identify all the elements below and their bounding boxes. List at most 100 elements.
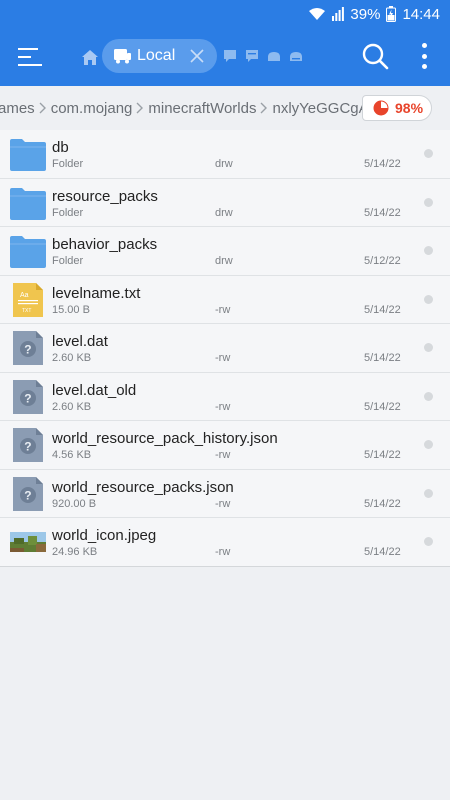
breadcrumb: ames com.mojang minecraftWorlds nxlyYeGG…	[0, 86, 450, 130]
file-row[interactable]: Aa TXT levelname.txt 15.00 B -rw 5/14/22	[0, 275, 450, 324]
tab-chat-icon[interactable]	[223, 49, 237, 63]
folder-icon	[10, 186, 46, 220]
svg-text:?: ?	[24, 440, 31, 454]
unknown-file-icon: ?	[10, 331, 46, 365]
file-permissions: -rw	[215, 352, 231, 364]
home-icon	[82, 49, 98, 65]
more-dot-icon	[421, 64, 427, 69]
pie-chart-icon	[373, 100, 389, 116]
unknown-file-icon: ?	[10, 428, 46, 462]
svg-text:?: ?	[24, 488, 31, 502]
more-options-button[interactable]	[414, 40, 434, 72]
battery-percent: 39%	[350, 5, 381, 23]
file-meta: Folder	[52, 206, 84, 219]
status-icons: 39% 14:44	[308, 5, 440, 23]
file-permissions: drw	[215, 158, 233, 170]
file-row[interactable]: ? world_resource_pack_history.json 4.56 KB…	[0, 421, 450, 470]
signal-icon	[332, 7, 345, 21]
storage-usage-badge[interactable]: 98%	[362, 95, 432, 121]
file-row[interactable]: ? level.dat_old 2.60 KB -rw 5/14/22	[0, 372, 450, 421]
file-name: level.dat_old	[52, 381, 137, 399]
chevron-right-icon	[136, 102, 144, 114]
chevron-right-icon	[260, 102, 268, 114]
svg-text:Aa: Aa	[20, 292, 29, 299]
file-date: 5/14/22	[364, 449, 401, 461]
search-icon[interactable]	[360, 41, 390, 71]
file-permissions: -rw	[215, 303, 231, 316]
select-checkbox[interactable]	[424, 149, 433, 158]
image-thumbnail-icon	[10, 525, 46, 559]
hamburger-menu-icon	[18, 48, 42, 66]
clock: 14:44	[402, 5, 440, 23]
file-meta: 920.00 B	[52, 497, 97, 510]
wifi-icon	[309, 8, 326, 20]
file-row[interactable]: ? world_resource_packs.json 920.00 B -rw 5/1…	[0, 469, 450, 518]
file-list: db Folder drw 5/14/22 resource_packs Folder dr…	[0, 130, 450, 567]
file-date: 5/14/22	[364, 352, 401, 364]
file-date: 5/14/22	[364, 400, 401, 413]
more-dot-icon	[421, 43, 427, 48]
file-name: db	[52, 139, 69, 156]
unknown-file-icon: ?	[10, 379, 46, 414]
close-tab-icon[interactable]	[189, 48, 205, 64]
file-name: world_resource_pack_history.json	[52, 430, 278, 447]
file-permissions: -rw	[215, 497, 231, 510]
tab-cloud-icon[interactable]	[267, 49, 281, 63]
select-checkbox[interactable]	[424, 294, 433, 304]
breadcrumb-item[interactable]: minecraftWorlds	[144, 100, 260, 117]
select-checkbox[interactable]	[424, 197, 433, 207]
file-name: world_icon.jpeg	[52, 527, 157, 544]
select-checkbox[interactable]	[424, 537, 433, 546]
select-checkbox[interactable]	[424, 440, 433, 449]
app-bar: Local	[0, 28, 450, 86]
file-meta: 2.60 KB	[52, 352, 92, 364]
file-permissions: drw	[215, 255, 233, 267]
file-date: 5/14/22	[364, 303, 401, 316]
file-date: 5/14/22	[364, 158, 401, 170]
menu-button[interactable]	[14, 42, 46, 72]
local-storage-icon	[114, 48, 132, 64]
file-row[interactable]: behavior_packs Folder drw 5/12/22	[0, 227, 450, 276]
select-checkbox[interactable]	[424, 391, 433, 401]
file-row[interactable]: ? level.dat 2.60 KB -rw 5/14/22	[0, 324, 450, 373]
file-date: 5/12/22	[364, 255, 401, 267]
file-permissions: -rw	[215, 449, 231, 461]
select-checkbox[interactable]	[424, 246, 433, 255]
select-checkbox[interactable]	[424, 343, 433, 352]
file-meta: 24.96 KB	[52, 546, 98, 558]
select-checkbox[interactable]	[424, 488, 433, 498]
file-name: resource_packs	[52, 187, 158, 205]
file-meta: 2.60 KB	[52, 400, 92, 413]
file-permissions: drw	[215, 206, 233, 219]
file-name: level.dat	[52, 333, 108, 350]
folder-icon	[10, 234, 46, 268]
file-name: world_resource_packs.json	[52, 478, 234, 496]
breadcrumb-path: ames com.mojang minecraftWorlds nxlyYeGG…	[0, 86, 381, 130]
tab-local-label: Local	[137, 47, 176, 64]
folder-icon	[10, 137, 46, 171]
tab-network-icon[interactable]	[289, 49, 303, 63]
file-meta: Folder	[52, 158, 84, 170]
file-meta: 15.00 B	[52, 303, 90, 316]
breadcrumb-item[interactable]: com.mojang	[47, 100, 137, 117]
breadcrumb-item[interactable]: ames	[0, 100, 39, 117]
more-dot-icon	[421, 53, 427, 59]
file-permissions: -rw	[215, 546, 231, 558]
file-permissions: -rw	[215, 400, 231, 413]
tab-message-icon[interactable]	[245, 49, 259, 63]
file-date: 5/14/22	[364, 497, 401, 510]
file-date: 5/14/22	[364, 206, 401, 219]
svg-text:TXT: TXT	[22, 308, 31, 314]
file-date: 5/14/22	[364, 546, 401, 558]
tab-home[interactable]	[80, 46, 100, 68]
file-meta: 4.56 KB	[52, 449, 92, 461]
battery-charging-icon	[386, 6, 397, 22]
file-row[interactable]: world_icon.jpeg 24.96 KB -rw 5/14/22	[0, 518, 450, 567]
chevron-right-icon	[39, 102, 46, 114]
tab-local[interactable]: Local	[102, 39, 217, 73]
status-bar: 39% 14:44	[0, 0, 450, 28]
file-row[interactable]: db Folder drw 5/14/22	[0, 130, 450, 179]
file-row[interactable]: resource_packs Folder drw 5/14/22	[0, 178, 450, 227]
storage-percent: 98%	[395, 100, 424, 116]
text-file-icon: Aa TXT	[10, 282, 46, 317]
